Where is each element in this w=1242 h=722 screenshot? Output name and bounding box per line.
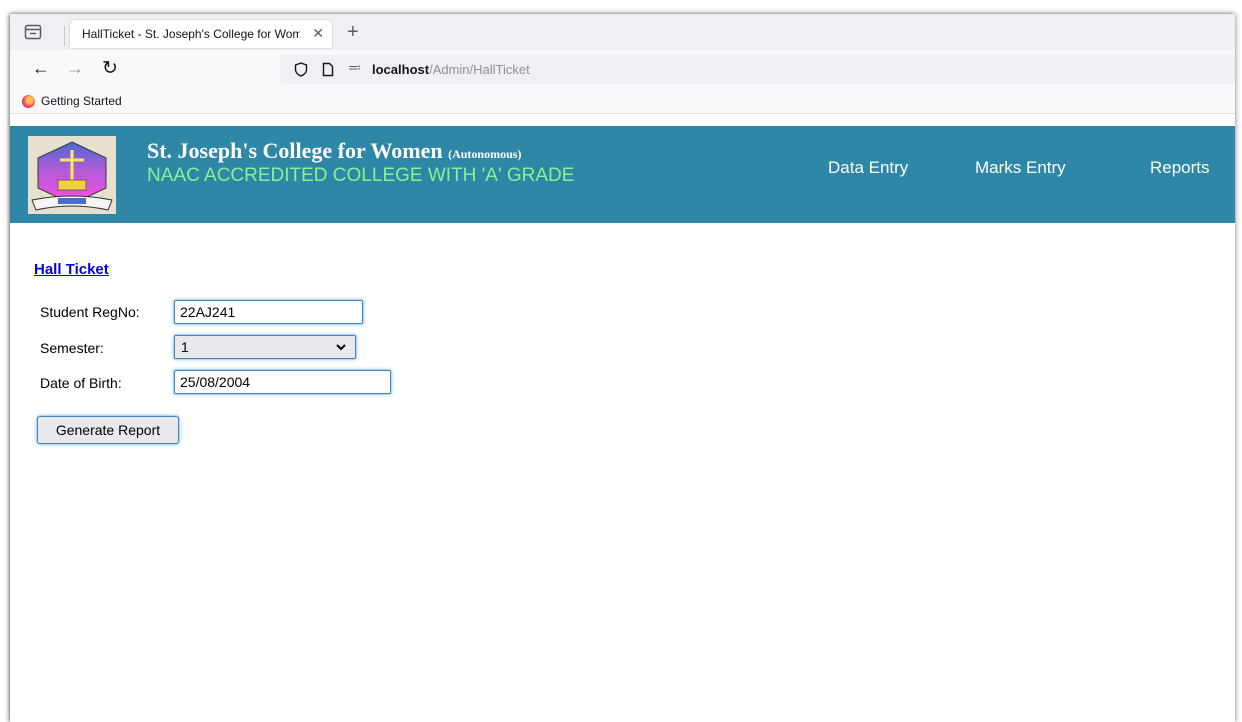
- hall-ticket-link[interactable]: Hall Ticket: [34, 261, 109, 278]
- semester-label: Semester:: [40, 340, 104, 356]
- page-icon[interactable]: [322, 62, 334, 77]
- chevron-down-icon: [336, 344, 346, 351]
- dob-input[interactable]: [174, 370, 391, 394]
- regno-input[interactable]: [174, 300, 363, 324]
- browser-window: HallTicket - St. Joseph's College for Wo…: [10, 14, 1235, 722]
- autonomous-label: (Autonomous): [448, 147, 522, 161]
- back-arrow-icon[interactable]: ←: [32, 58, 50, 79]
- college-name: St. Joseph's College for Women (Autonomo…: [147, 138, 521, 164]
- bookmark-getting-started[interactable]: Getting Started: [22, 93, 122, 109]
- url-host: localhost: [372, 62, 430, 77]
- accreditation-text: NAAC ACCREDITED COLLEGE WITH 'A' GRADE: [147, 165, 575, 186]
- semester-select[interactable]: 1: [174, 335, 356, 359]
- close-icon[interactable]: ✕: [312, 25, 324, 42]
- nav-reports[interactable]: Reports: [1150, 158, 1210, 178]
- regno-label: Student RegNo:: [40, 304, 140, 320]
- generate-report-button[interactable]: Generate Report: [37, 416, 179, 444]
- address-bar[interactable]: ≕ localhost/Admin/HallTicket: [280, 55, 1235, 84]
- bookmark-label: Getting Started: [41, 94, 122, 108]
- navigation-bar: ← → ↻ ≕ localhost/Admin/HallTicket: [10, 50, 1235, 88]
- nav-data-entry[interactable]: Data Entry: [828, 158, 908, 178]
- semester-value: 1: [181, 339, 189, 355]
- page-content: St. Joseph's College for Women (Autonomo…: [10, 115, 1235, 722]
- dob-label: Date of Birth:: [40, 375, 122, 391]
- permissions-icon[interactable]: ≕: [348, 60, 361, 76]
- site-header: St. Joseph's College for Women (Autonomo…: [10, 126, 1235, 223]
- new-tab-button[interactable]: +: [347, 21, 359, 44]
- college-logo: [28, 136, 116, 214]
- bookmarks-bar: Getting Started: [10, 88, 1235, 114]
- reload-icon[interactable]: ↻: [102, 57, 118, 80]
- tab-separator: [64, 26, 65, 46]
- tab-strip: HallTicket - St. Joseph's College for Wo…: [10, 14, 1235, 50]
- shield-icon[interactable]: [294, 62, 308, 77]
- tab-title: HallTicket - St. Joseph's College for Wo…: [82, 27, 300, 41]
- url-text[interactable]: localhost/Admin/HallTicket: [372, 62, 530, 77]
- college-name-text: St. Joseph's College for Women: [147, 138, 443, 163]
- forward-arrow-icon[interactable]: →: [66, 58, 84, 79]
- tab-list-icon[interactable]: [24, 24, 42, 40]
- firefox-icon: [22, 94, 35, 108]
- tab-hallticket[interactable]: HallTicket - St. Joseph's College for Wo…: [70, 20, 332, 48]
- nav-marks-entry[interactable]: Marks Entry: [975, 158, 1066, 178]
- url-path: /Admin/HallTicket: [429, 62, 530, 77]
